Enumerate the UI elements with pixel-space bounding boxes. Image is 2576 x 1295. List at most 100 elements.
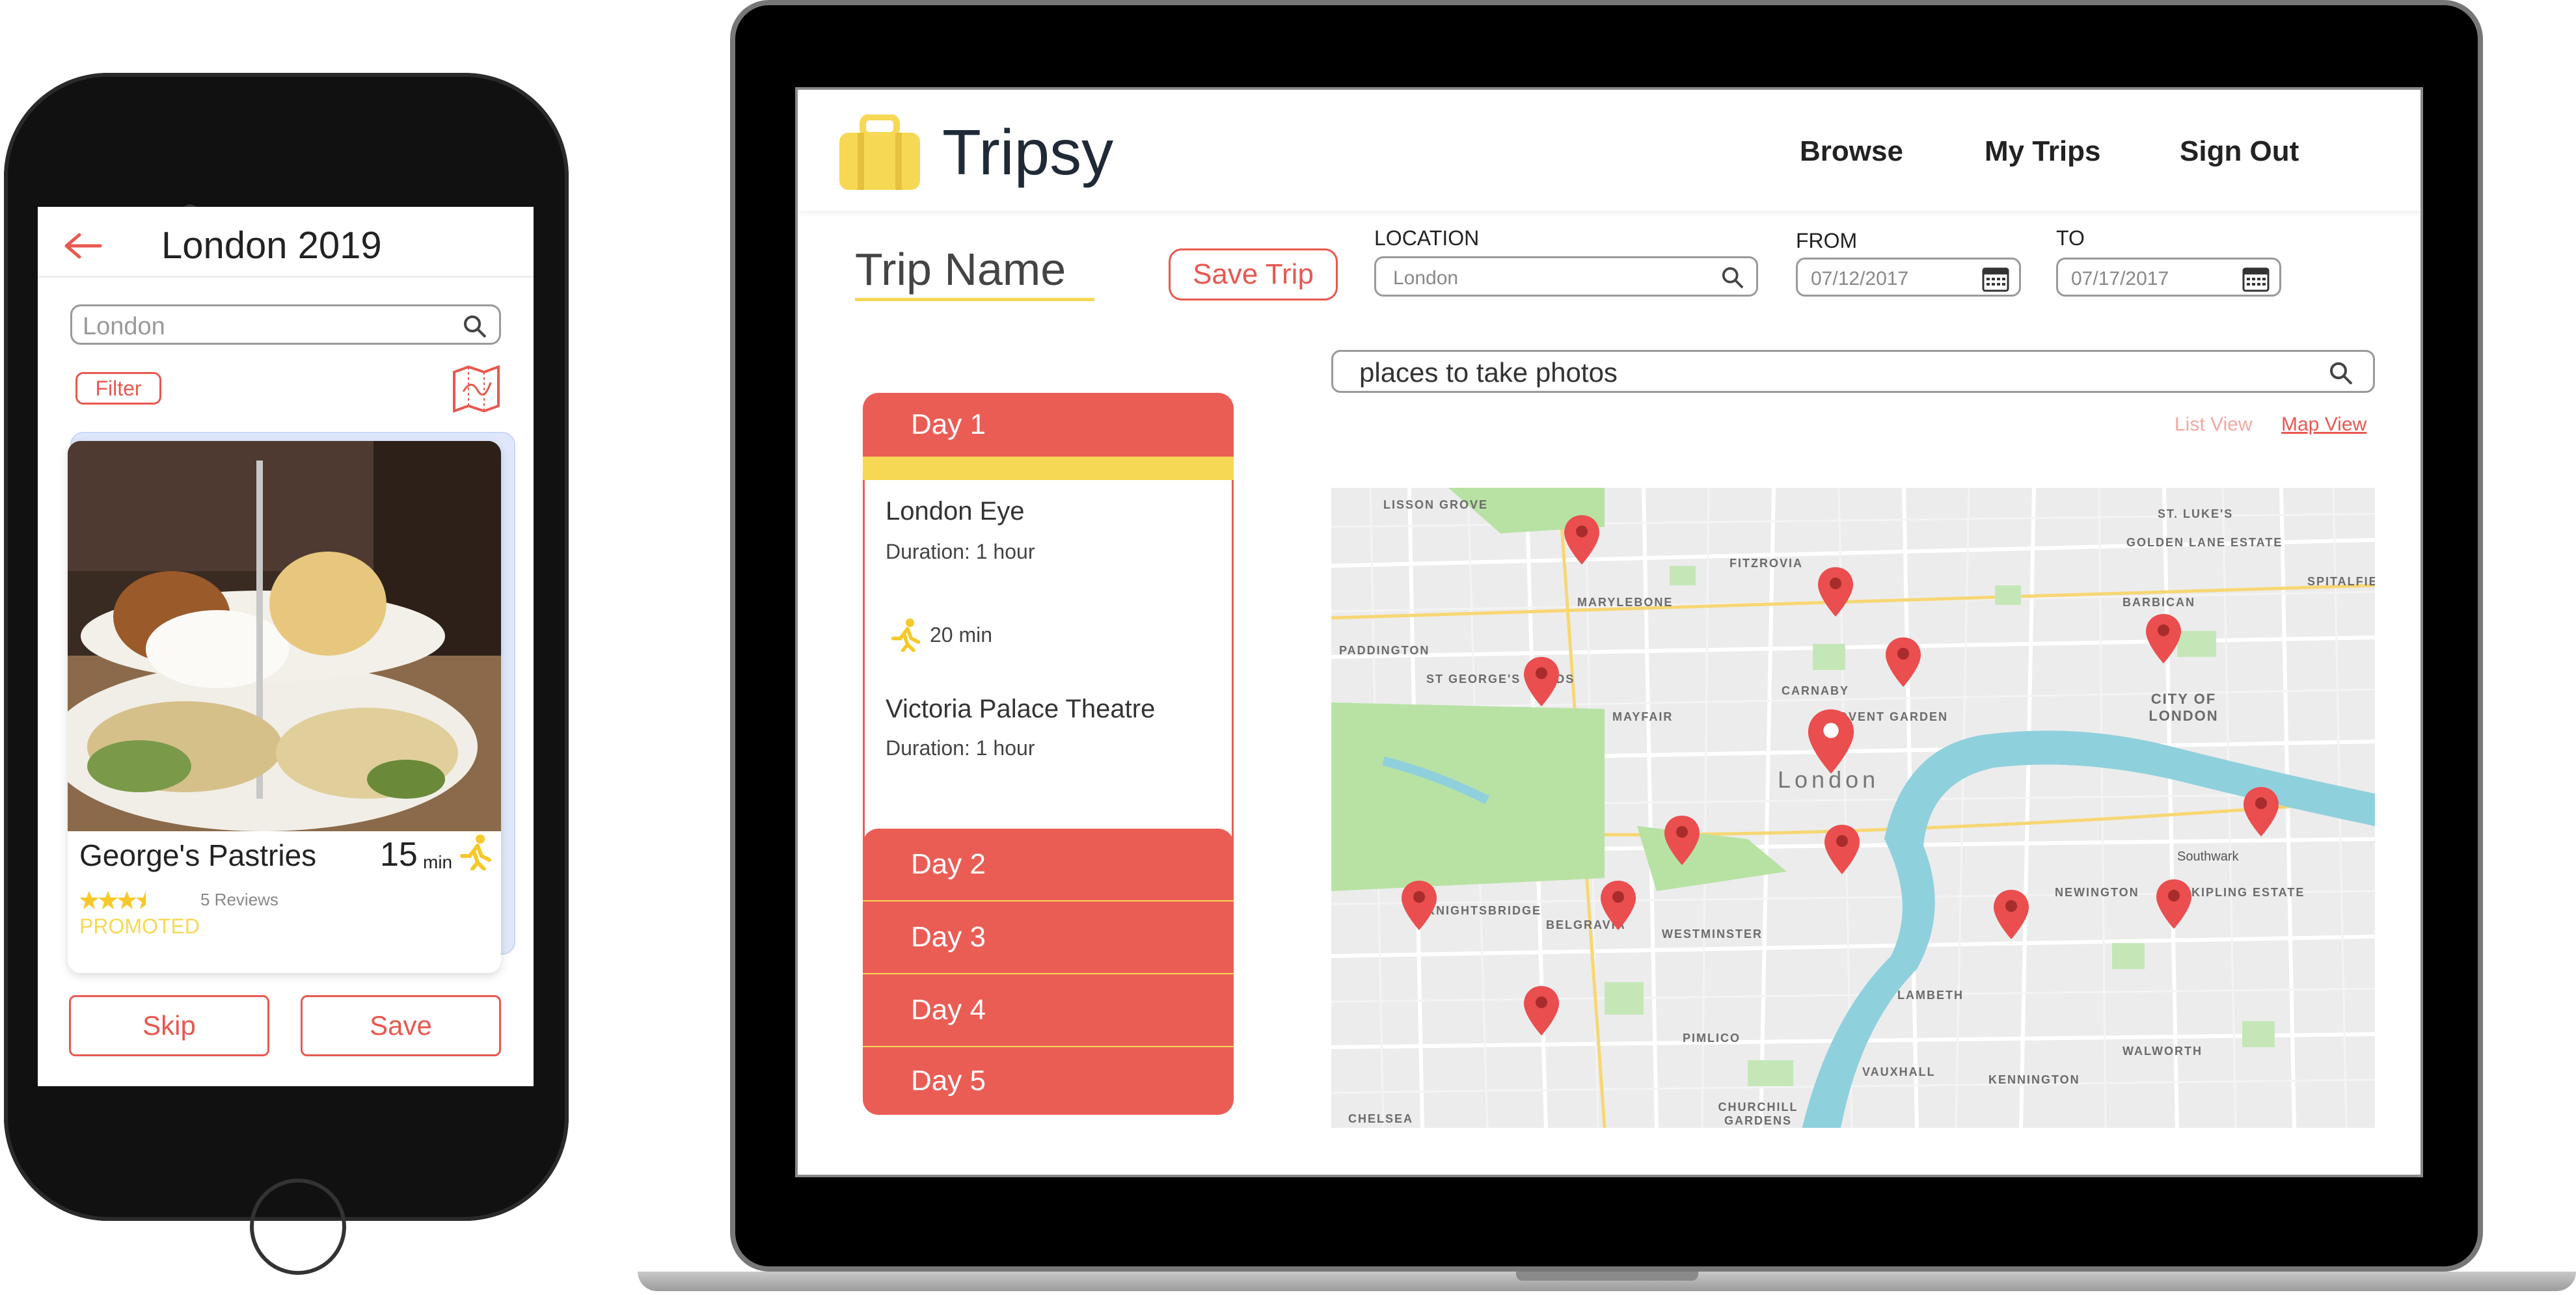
day-tab-5[interactable]: Day 5 (863, 1047, 1234, 1115)
map-label: NEWINGTON (2055, 886, 2139, 899)
from-date-value: 07/12/2017 (1811, 268, 1909, 289)
phone-screen: London 2019 London Filter George's Pastr… (38, 207, 534, 1086)
places-search-value: places to take photos (1359, 357, 1618, 388)
promoted-badge: PROMOTED (79, 915, 200, 938)
map-label: CHELSEA (1348, 1112, 1414, 1125)
map-label: Southwark (2177, 849, 2239, 864)
search-icon[interactable] (1721, 266, 1744, 293)
filter-button[interactable]: Filter (75, 372, 161, 405)
to-date-input[interactable]: 07/17/2017 (2056, 258, 2281, 297)
search-icon[interactable] (2329, 361, 2353, 389)
map-pin-icon[interactable] (1663, 814, 1701, 866)
itinerary-item-name[interactable]: Victoria Palace Theatre (886, 695, 1155, 724)
calendar-icon[interactable] (1981, 265, 2010, 297)
map-label: KNIGHTSBRIDGE (1426, 904, 1542, 917)
rating-stars (79, 890, 174, 913)
map-label: SPITALFIELDS (2307, 575, 2375, 588)
map-pin-icon[interactable] (1823, 823, 1861, 875)
place-name: George's Pastries (79, 838, 317, 872)
itinerary-item-duration: Duration: 1 hour (886, 540, 1035, 563)
map-pin-icon[interactable] (2242, 786, 2280, 838)
map-pin-icon[interactable] (1817, 566, 1854, 618)
header-divider (38, 276, 534, 278)
map-label: GOLDEN LANE ESTATE (2126, 536, 2283, 549)
to-label: TO (2056, 226, 2085, 250)
map-label: PIMLICO (1683, 1032, 1741, 1045)
to-date-value: 07/17/2017 (2071, 268, 2169, 289)
from-label: FROM (1796, 229, 1858, 252)
location-input[interactable]: London (1374, 256, 1758, 297)
nav-sign-out[interactable]: Sign Out (2180, 135, 2299, 168)
search-icon[interactable] (463, 314, 487, 342)
day-1-content: London Eye Duration: 1 hour 20 min Victo… (863, 480, 1234, 870)
map-pin-icon[interactable] (1400, 879, 1438, 931)
day-tab-2[interactable]: Day 2 (863, 829, 1234, 900)
day-divider (863, 1046, 1234, 1047)
map-icon[interactable] (452, 365, 501, 415)
web-app-screen: Tripsy Browse My Trips Sign Out Trip Nam… (795, 87, 2423, 1177)
map-label: PADDINGTON (1339, 644, 1430, 657)
travel-time-value: 15 (380, 836, 418, 874)
itinerary-item-duration: Duration: 1 hour (886, 736, 1035, 760)
map-pin-icon[interactable] (1523, 985, 1560, 1037)
map-pin-icon[interactable] (2155, 878, 2193, 930)
place-card[interactable]: George's Pastries 15 min 5 Reviews PROMO… (68, 441, 501, 973)
map-label: WESTMINSTER (1662, 928, 1763, 941)
map-pin-icon[interactable] (1806, 708, 1856, 775)
map-label: ST. LUKE'S (2158, 507, 2234, 520)
walking-icon (458, 834, 493, 873)
day-tab-1[interactable]: Day 1 (863, 393, 1234, 457)
nav-my-trips[interactable]: My Trips (1985, 135, 2101, 168)
day-divider (863, 973, 1234, 974)
map-label: BARBICAN (2122, 596, 2195, 609)
location-value: London (1393, 267, 1459, 289)
suitcase-logo-icon[interactable] (837, 114, 923, 195)
map-label: LAMBETH (1897, 989, 1964, 1002)
review-count: 5 Reviews (200, 890, 278, 909)
map-label: FITZROVIA (1729, 557, 1803, 570)
map-label: KIPLING ESTATE (2191, 886, 2305, 899)
list-view-toggle[interactable]: List View (2175, 414, 2253, 436)
phone-home-button[interactable] (250, 1179, 346, 1275)
phone-search-input[interactable]: London (70, 304, 501, 345)
phone-search-value: London (83, 313, 165, 340)
map-pin-icon[interactable] (1563, 514, 1601, 566)
map-pin-icon[interactable] (1599, 879, 1637, 931)
day-tab-3[interactable]: Day 3 (863, 901, 1234, 973)
map-label: KENNINGTON (1988, 1073, 2080, 1086)
place-photo (68, 441, 501, 831)
map-pin-icon[interactable] (1992, 888, 2030, 941)
map-label: MARYLEBONE (1577, 596, 1674, 609)
map-pin-icon[interactable] (1523, 656, 1560, 708)
nav-browse[interactable]: Browse (1800, 135, 1903, 168)
map-label: MAYFAIR (1612, 710, 1674, 723)
trip-name-underline (855, 298, 1094, 301)
from-date-input[interactable]: 07/12/2017 (1796, 258, 2021, 297)
trip-name-field[interactable]: Trip Name (855, 243, 1066, 295)
map-label: VAUXHALL (1862, 1065, 1936, 1078)
brand-name[interactable]: Tripsy (942, 116, 1113, 189)
back-arrow-icon[interactable] (64, 230, 103, 262)
map-label: WALWORTH (2122, 1045, 2203, 1058)
calendar-icon[interactable] (2242, 265, 2270, 297)
day-tab-4[interactable]: Day 4 (863, 974, 1234, 1046)
skip-button[interactable]: Skip (69, 995, 269, 1056)
itinerary-panel: Day 1 London Eye Duration: 1 hour 20 min… (863, 393, 1234, 1128)
travel-time: 20 min (930, 623, 993, 647)
location-label: LOCATION (1374, 226, 1480, 250)
map-label: LISSON GROVE (1383, 498, 1489, 511)
walking-icon (889, 618, 922, 654)
save-button[interactable]: Save (301, 995, 501, 1056)
map-pin-icon[interactable] (2145, 613, 2182, 665)
map-view-toggle[interactable]: Map View (2281, 414, 2366, 436)
map-pin-icon[interactable] (1884, 636, 1922, 688)
map-view[interactable]: LISSON GROVE FITZROVIA ST. LUKE'S GOLDEN… (1331, 488, 2375, 1128)
map-label: CHURCHILL GARDENS (1718, 1101, 1798, 1127)
top-navbar: Tripsy Browse My Trips Sign Out (798, 90, 2420, 211)
map-label: CITY OF LONDON (2149, 691, 2219, 724)
save-trip-button[interactable]: Save Trip (1169, 248, 1338, 300)
places-search-input[interactable]: places to take photos (1331, 350, 2375, 393)
phone-page-title: London 2019 (161, 224, 382, 267)
laptop-notch (1516, 1272, 1698, 1281)
itinerary-item-name[interactable]: London Eye (886, 497, 1025, 526)
